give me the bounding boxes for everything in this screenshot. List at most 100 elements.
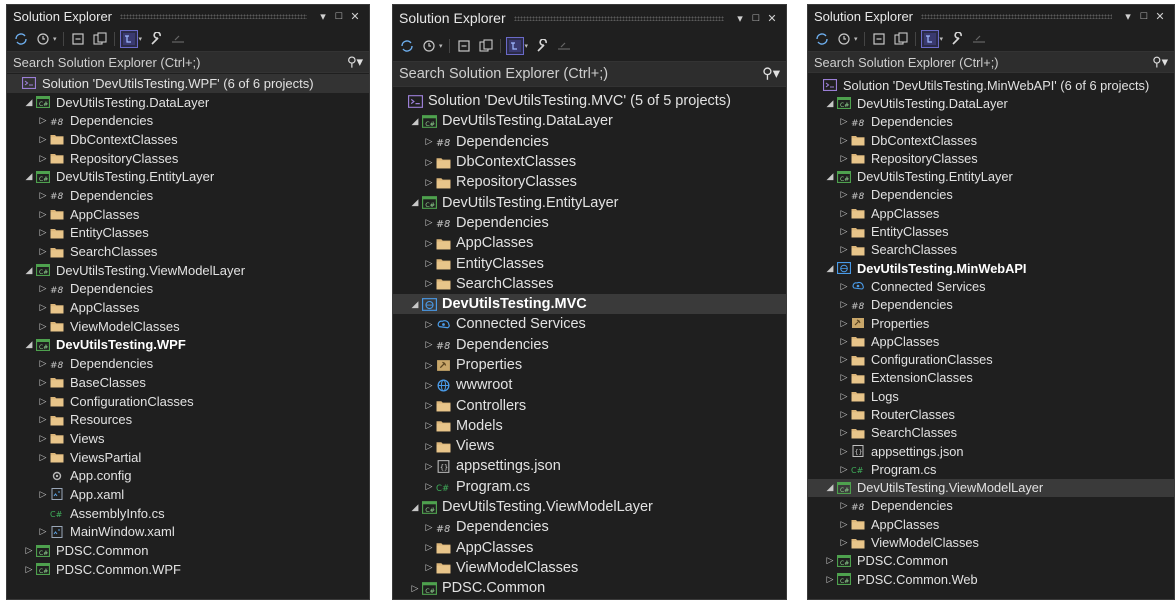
collapsed-arrow-icon[interactable]: ▷ [838,354,850,365]
tree-node[interactable]: ▷ Connected Services [393,314,786,334]
tree-node[interactable]: ▷ AppClasses [808,204,1174,222]
tree-node[interactable]: ▷ Program.cs [808,460,1174,478]
collapsed-arrow-icon[interactable]: ▷ [838,427,850,438]
collapsed-arrow-icon[interactable]: ▷ [423,339,435,350]
tree-node[interactable]: ▷ RepositoryClasses [7,149,369,168]
tree-node[interactable]: ▷ Properties [393,355,786,375]
collapsed-arrow-icon[interactable]: ▷ [37,246,49,257]
search-icon[interactable]: ⚲▾ [345,54,363,70]
show-all-files-icon[interactable] [505,37,524,55]
collapsed-arrow-icon[interactable]: ▷ [838,537,850,548]
collapsed-arrow-icon[interactable]: ▷ [423,380,435,391]
expanded-arrow-icon[interactable]: ◢ [23,265,35,276]
tree-node[interactable]: ▷ Dependencies [7,280,369,299]
expanded-arrow-icon[interactable]: ◢ [824,263,836,274]
tree-node[interactable]: ▷ SearchClasses [808,241,1174,259]
collapse-all-icon[interactable] [70,31,86,47]
collapsed-arrow-icon[interactable]: ▷ [37,358,49,369]
search-icon[interactable]: ⚲▾ [1150,54,1168,70]
tree-node[interactable]: ▷ Dependencies [393,517,786,537]
collapsed-arrow-icon[interactable]: ▷ [838,500,850,511]
collapsed-arrow-icon[interactable]: ▷ [423,441,435,452]
titlebar-grip[interactable] [120,13,307,19]
history-icon[interactable] [421,38,437,54]
collapsed-arrow-icon[interactable]: ▷ [838,409,850,420]
expanded-arrow-icon[interactable]: ◢ [23,171,35,182]
collapsed-arrow-icon[interactable]: ▷ [824,574,836,585]
collapsed-arrow-icon[interactable]: ▷ [423,217,435,228]
collapsed-arrow-icon[interactable]: ▷ [423,278,435,289]
close-icon[interactable]: ✕ [347,10,363,23]
expanded-arrow-icon[interactable]: ◢ [23,97,35,108]
collapsed-arrow-icon[interactable]: ▷ [838,116,850,127]
tree-node[interactable]: ▷ wwwroot [393,375,786,395]
collapsed-arrow-icon[interactable]: ▷ [37,209,49,220]
collapsed-arrow-icon[interactable]: ▷ [423,238,435,249]
collapsed-arrow-icon[interactable]: ▷ [423,420,435,431]
dropdown-arrow-icon[interactable]: ▾ [315,10,331,23]
search-input[interactable]: Search Solution Explorer (Ctrl+;) [13,55,345,70]
expanded-arrow-icon[interactable]: ◢ [409,116,421,127]
solution-node[interactable]: Solution 'DevUtilsTesting.WPF' (6 of 6 p… [7,74,369,93]
tree-node[interactable]: ◢ DevUtilsTesting.DataLayer [7,93,369,112]
toolbar-dropdown-arrow-icon[interactable]: ▾ [439,42,443,50]
tree-node[interactable]: ◢ DevUtilsTesting.ViewModelLayer [393,497,786,517]
collapsed-arrow-icon[interactable]: ▷ [838,336,850,347]
tree-node[interactable]: ▷ SearchClasses [393,274,786,294]
tree-node[interactable]: ▷ ViewModelClasses [393,558,786,578]
maximize-icon[interactable]: □ [1136,10,1152,22]
tree-node[interactable]: ▷ App.xaml [7,485,369,504]
tree-node[interactable]: ▷ Dependencies [808,186,1174,204]
collapse-all-icon[interactable] [871,31,887,47]
properties-wrench-icon[interactable] [534,38,550,54]
collapsed-arrow-icon[interactable]: ▷ [423,542,435,553]
sync-icon[interactable] [399,38,415,54]
tree-node[interactable]: ▷ DbContextClasses [393,152,786,172]
collapsed-arrow-icon[interactable]: ▷ [838,391,850,402]
collapsed-arrow-icon[interactable]: ▷ [37,283,49,294]
collapsed-arrow-icon[interactable]: ▷ [423,400,435,411]
preview-icon[interactable] [556,38,572,54]
toolbar-dropdown-arrow-icon[interactable]: ▾ [525,42,529,50]
collapse-all-icon[interactable] [456,38,472,54]
collapsed-arrow-icon[interactable]: ▷ [37,414,49,425]
collapsed-arrow-icon[interactable]: ▷ [423,481,435,492]
tree-node[interactable]: ▷ ViewModelClasses [7,317,369,336]
tree-node[interactable]: ▷ AppClasses [7,298,369,317]
tree-node[interactable]: ▷ Dependencies [393,132,786,152]
collapsed-arrow-icon[interactable]: ▷ [409,583,421,594]
tree-node[interactable]: ▷ Dependencies [808,113,1174,131]
collapsed-arrow-icon[interactable]: ▷ [838,208,850,219]
collapsed-arrow-icon[interactable]: ▷ [37,302,49,313]
tree-node[interactable]: ◢ DevUtilsTesting.ViewModelLayer [7,261,369,280]
collapsed-arrow-icon[interactable]: ▷ [838,318,850,329]
tree-node[interactable]: ▷ PDSC.Common.Web [808,570,1174,588]
expanded-arrow-icon[interactable]: ◢ [824,482,836,493]
tree-node[interactable]: ▷ Dependencies [393,335,786,355]
collapsed-arrow-icon[interactable]: ▷ [37,190,49,201]
tree-node[interactable]: ▷ EntityClasses [7,224,369,243]
titlebar-grip[interactable] [921,13,1112,19]
tree-node[interactable]: ▷ AppClasses [393,233,786,253]
collapsed-arrow-icon[interactable]: ▷ [838,446,850,457]
tree-node[interactable]: ▷ Logs [808,387,1174,405]
search-input[interactable]: Search Solution Explorer (Ctrl+;) [399,66,762,82]
tree-node[interactable]: ▷ RouterClasses [808,405,1174,423]
tree-node[interactable]: ◢ DevUtilsTesting.DataLayer [808,94,1174,112]
collapsed-arrow-icon[interactable]: ▷ [23,564,35,575]
tree-node[interactable]: App.config [7,466,369,485]
toolbar-dropdown-arrow-icon[interactable]: ▾ [854,35,858,43]
pending-changes-icon[interactable] [92,31,108,47]
expanded-arrow-icon[interactable]: ◢ [409,299,421,310]
tree-node[interactable]: ▷ ViewsPartial [7,448,369,467]
collapsed-arrow-icon[interactable]: ▷ [423,461,435,472]
collapsed-arrow-icon[interactable]: ▷ [423,522,435,533]
properties-wrench-icon[interactable] [949,31,965,47]
titlebar-grip[interactable] [513,15,724,21]
tree-node[interactable]: ▷ ConfigurationClasses [7,392,369,411]
collapsed-arrow-icon[interactable]: ▷ [838,244,850,255]
tree-node[interactable]: ▷ Views [7,429,369,448]
collapsed-arrow-icon[interactable]: ▷ [37,134,49,145]
collapsed-arrow-icon[interactable]: ▷ [838,153,850,164]
tree-node[interactable]: ▷ appsettings.json [393,456,786,476]
